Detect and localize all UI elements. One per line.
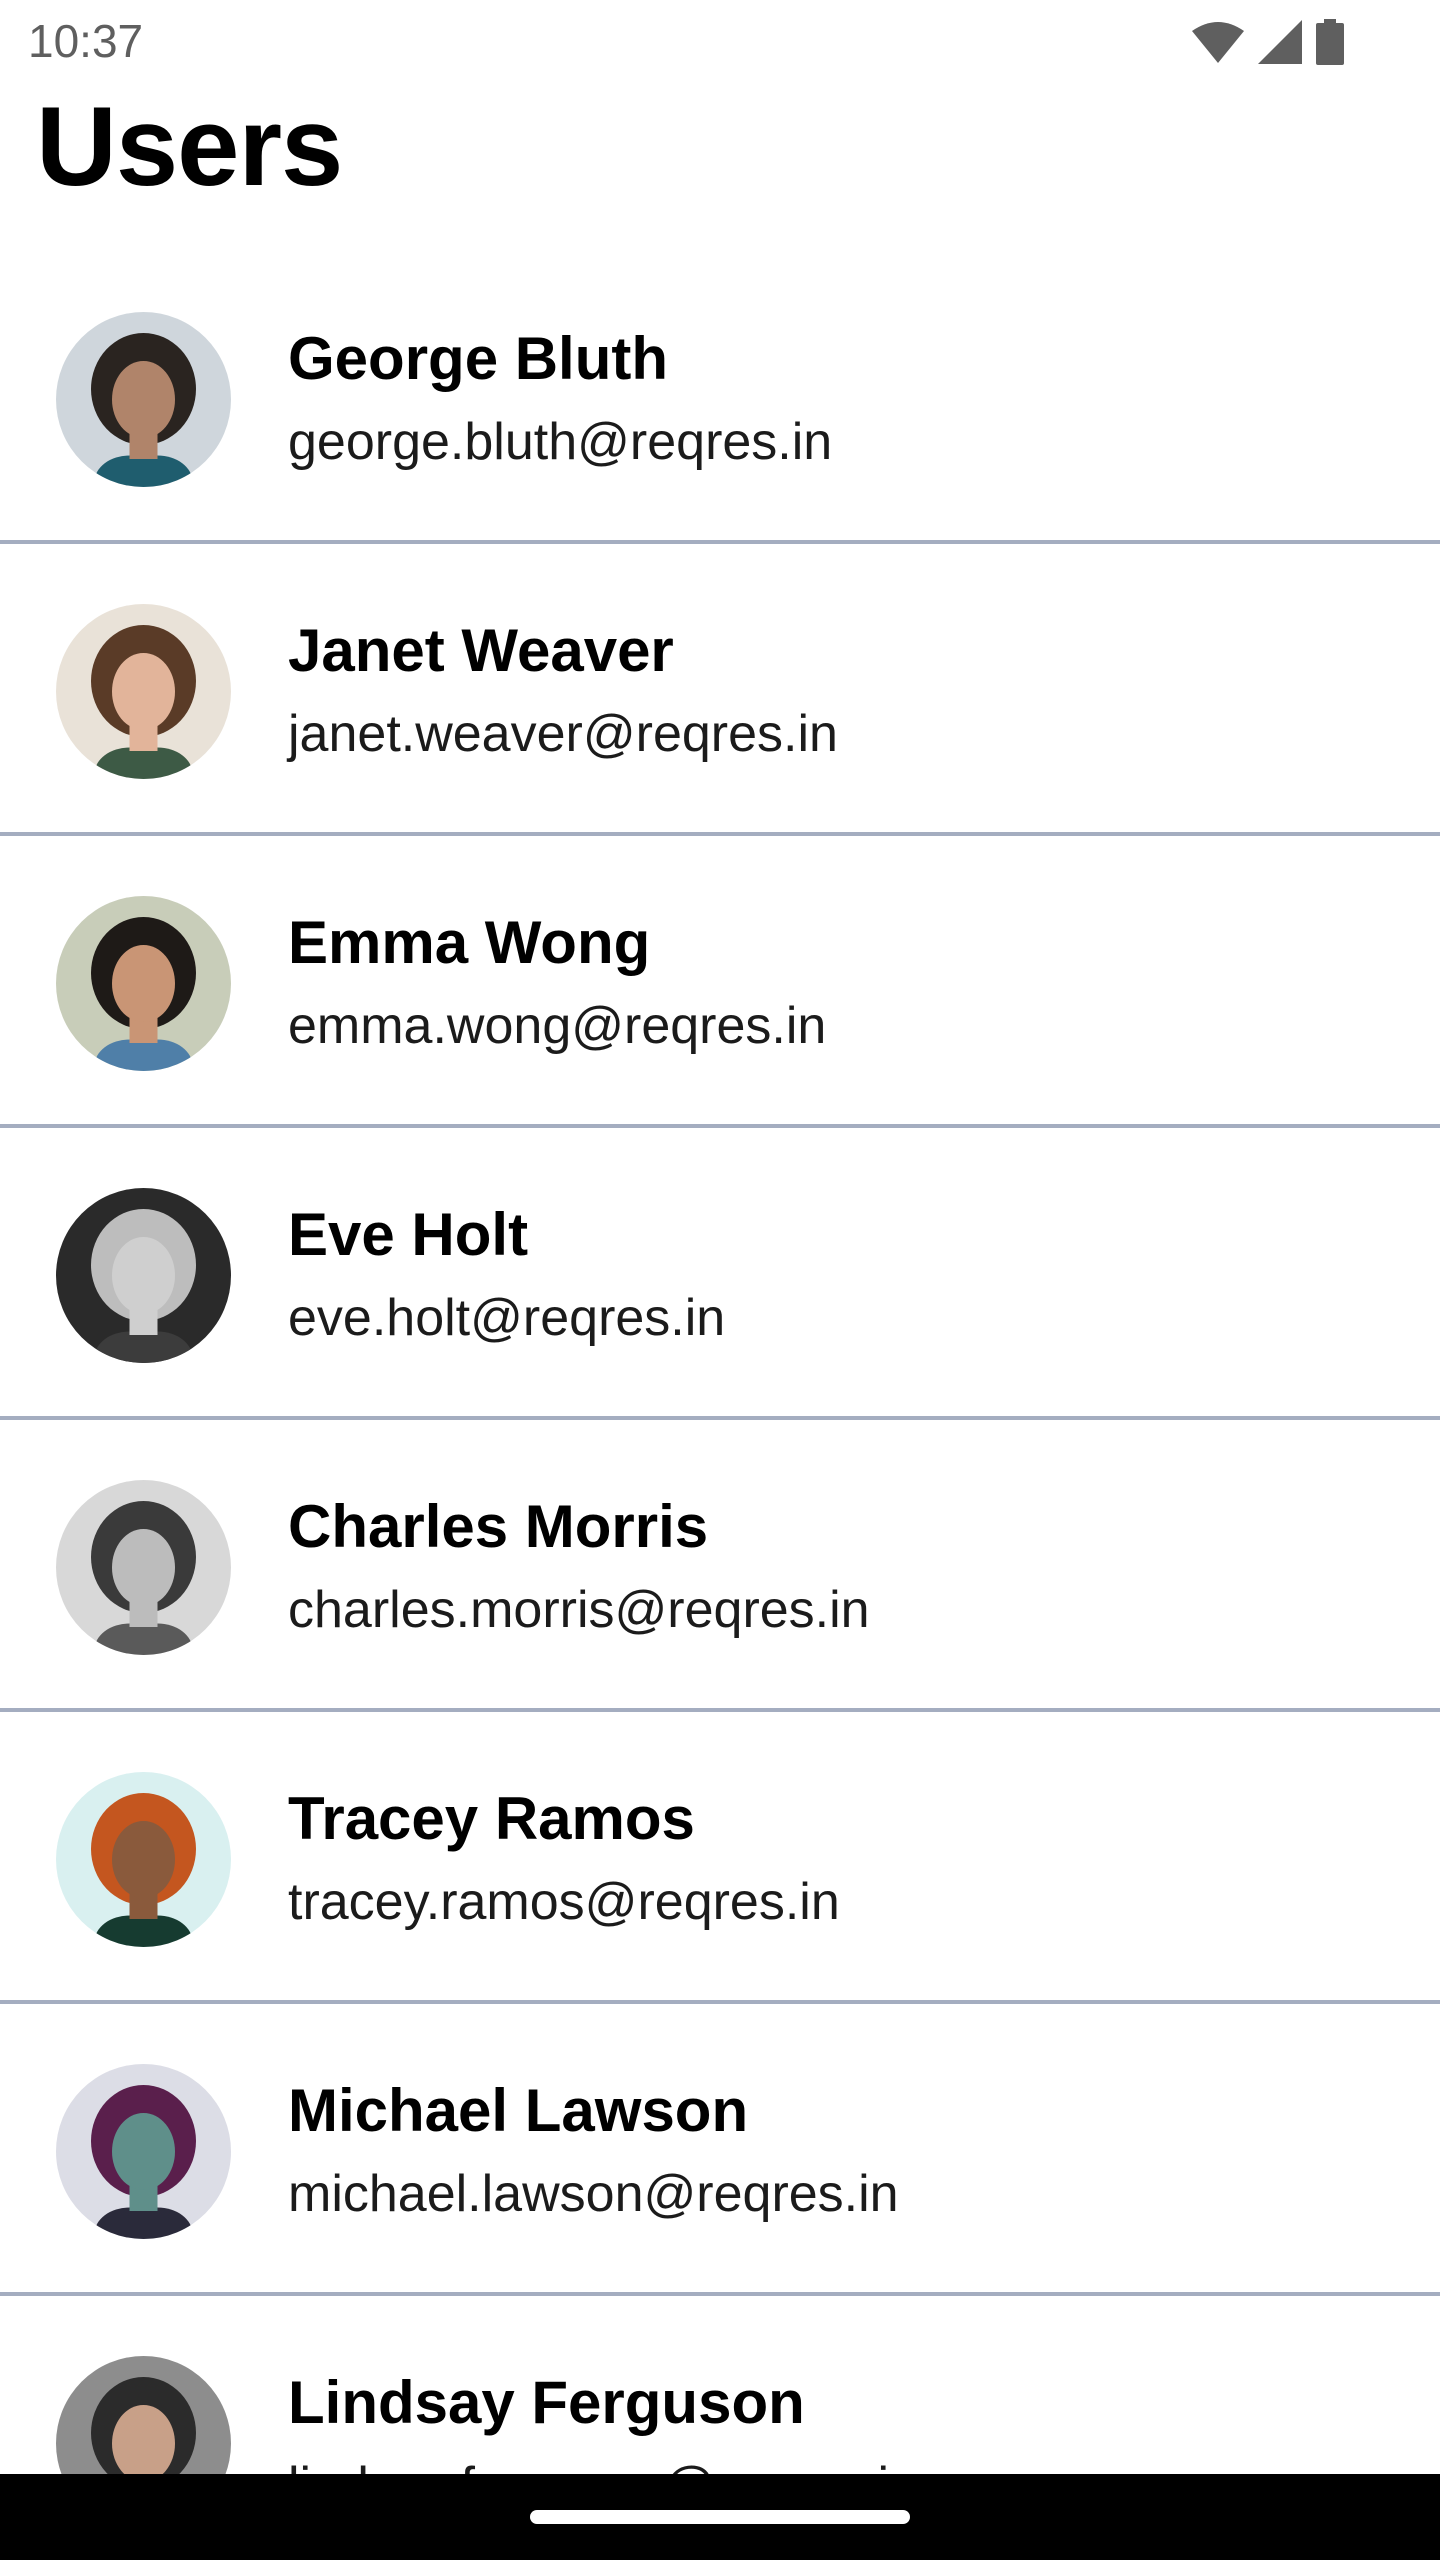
user-name: Janet Weaver — [288, 617, 674, 684]
user-name: George Bluth — [288, 325, 669, 392]
avatar — [56, 312, 231, 487]
user-row[interactable]: Emma Wong emma.wong@reqres.in — [0, 836, 1440, 1128]
status-bar: 10:37 — [0, 0, 1440, 84]
user-name: Michael Lawson — [288, 2077, 749, 2144]
user-email: george.bluth@reqres.in — [288, 413, 833, 471]
wifi-icon — [1192, 22, 1244, 63]
cellular-signal-icon — [1258, 20, 1302, 64]
user-email: charles.morris@reqres.in — [288, 1581, 870, 1639]
avatar — [56, 604, 231, 779]
status-icons — [1192, 18, 1344, 66]
user-name: Eve Holt — [288, 1201, 529, 1268]
user-row[interactable]: Charles Morris charles.morris@reqres.in — [0, 1420, 1440, 1712]
avatar — [56, 2064, 231, 2239]
user-name: Lindsay Ferguson — [288, 2369, 805, 2436]
user-name: Charles Morris — [288, 1493, 709, 1560]
status-time: 10:37 — [28, 15, 144, 67]
user-email: lindsay.ferguson@reqres.in — [288, 2456, 918, 2474]
user-email: emma.wong@reqres.in — [288, 997, 827, 1055]
battery-icon — [1316, 19, 1344, 65]
user-row[interactable]: Michael Lawson michael.lawson@reqres.in — [0, 2004, 1440, 2296]
user-email: tracey.ramos@reqres.in — [288, 1873, 840, 1931]
user-row[interactable]: Lindsay Ferguson lindsay.ferguson@reqres.… — [0, 2296, 1440, 2474]
user-name: Tracey Ramos — [288, 1785, 695, 1852]
user-email: janet.weaver@reqres.in — [288, 705, 838, 763]
user-row[interactable]: Tracey Ramos tracey.ramos@reqres.in — [0, 1712, 1440, 2004]
user-row[interactable]: Janet Weaver janet.weaver@reqres.in — [0, 544, 1440, 836]
avatar — [56, 896, 231, 1071]
avatar — [56, 1480, 231, 1655]
user-email: eve.holt@reqres.in — [288, 1289, 726, 1347]
page-title: Users — [36, 84, 343, 209]
user-list[interactable]: George Bluth george.bluth@reqres.in Janet … — [0, 252, 1440, 2474]
user-row[interactable]: Eve Holt eve.holt@reqres.in — [0, 1128, 1440, 1420]
user-email: michael.lawson@reqres.in — [288, 2165, 899, 2223]
avatar — [56, 1772, 231, 1947]
user-name: Emma Wong — [288, 909, 651, 976]
avatar — [56, 2356, 231, 2474]
avatar — [56, 1188, 231, 1363]
home-gesture-handle[interactable] — [530, 2510, 910, 2524]
user-row[interactable]: George Bluth george.bluth@reqres.in — [0, 252, 1440, 544]
navigation-bar — [0, 2474, 1440, 2560]
